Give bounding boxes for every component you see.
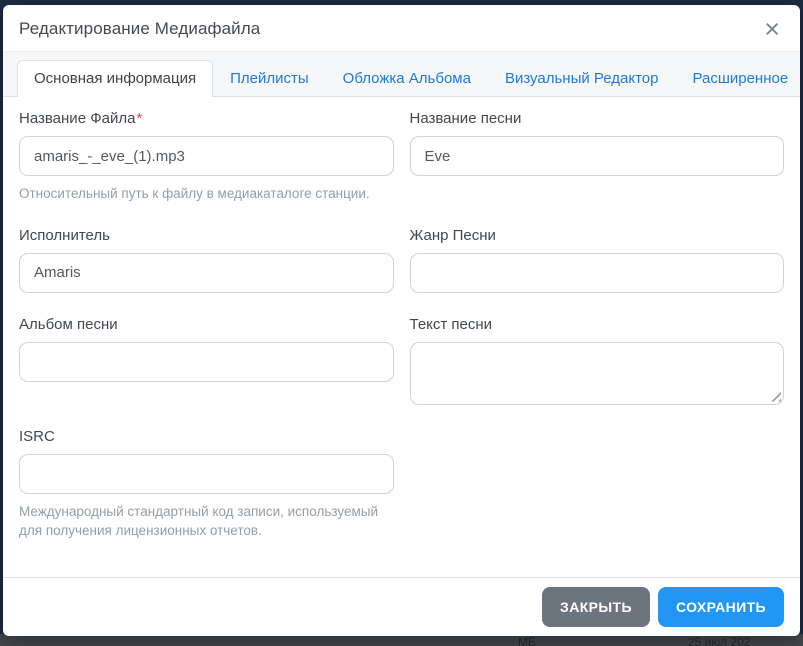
modal-footer: ЗАКРЫТЬ СОХРАНИТЬ <box>3 577 800 636</box>
artist-input[interactable] <box>19 252 394 293</box>
required-asterisk: * <box>136 110 143 127</box>
tab-visual-editor[interactable]: Визуальный Редактор <box>488 60 676 97</box>
field-filename: Название Файла* Относительный путь к фай… <box>19 110 394 204</box>
field-genre: Жанр Песни <box>409 226 784 293</box>
field-lyrics: Текст песни <box>409 315 784 405</box>
genre-label: Жанр Песни <box>409 226 496 244</box>
background-table-fragment: 25 июл 202 <box>688 635 751 646</box>
modal-header: Редактирование Медиафайла × <box>3 5 800 51</box>
save-button[interactable]: СОХРАНИТЬ <box>657 587 784 627</box>
edit-media-modal: Редактирование Медиафайла × Основная инф… <box>3 5 800 636</box>
modal-body: Название Файла* Относительный путь к фай… <box>3 97 800 577</box>
field-song-title: Название песни <box>409 110 784 204</box>
field-isrc: ISRC Международный стандартный код запис… <box>19 428 394 541</box>
album-label: Альбом песни <box>19 315 118 333</box>
empty-cell <box>410 428 785 541</box>
song-title-input[interactable] <box>409 136 784 176</box>
isrc-input[interactable] <box>19 453 394 494</box>
tab-playlists[interactable]: Плейлисты <box>213 60 326 97</box>
tab-album-art[interactable]: Обложка Альбома <box>326 60 488 97</box>
lyrics-label: Текст песни <box>409 315 493 333</box>
tab-advanced[interactable]: Расширенное <box>675 60 803 97</box>
genre-input[interactable] <box>409 252 784 293</box>
filename-help-text: Относительный путь к файлу в медиакатало… <box>19 186 370 201</box>
close-icon[interactable]: × <box>760 16 784 43</box>
modal-title: Редактирование Медиафайла <box>19 19 261 38</box>
filename-label: Название Файла* <box>19 110 143 127</box>
background-table-fragment: МБ <box>518 635 536 646</box>
isrc-help-text: Международный стандартный код записи, ис… <box>19 503 379 539</box>
isrc-label: ISRC <box>19 427 55 445</box>
tab-basic-info[interactable]: Основная информация <box>17 60 214 97</box>
song-title-label: Название песни <box>409 110 522 127</box>
filename-input[interactable] <box>19 136 394 176</box>
field-artist: Исполнитель <box>19 227 394 293</box>
lyrics-textarea[interactable] <box>409 341 784 405</box>
field-album: Альбом песни <box>19 316 394 405</box>
artist-label: Исполнитель <box>19 226 110 244</box>
tab-bar: Основная информация Плейлисты Обложка Ал… <box>3 51 800 97</box>
album-input[interactable] <box>19 341 394 382</box>
close-button[interactable]: ЗАКРЫТЬ <box>542 587 650 627</box>
